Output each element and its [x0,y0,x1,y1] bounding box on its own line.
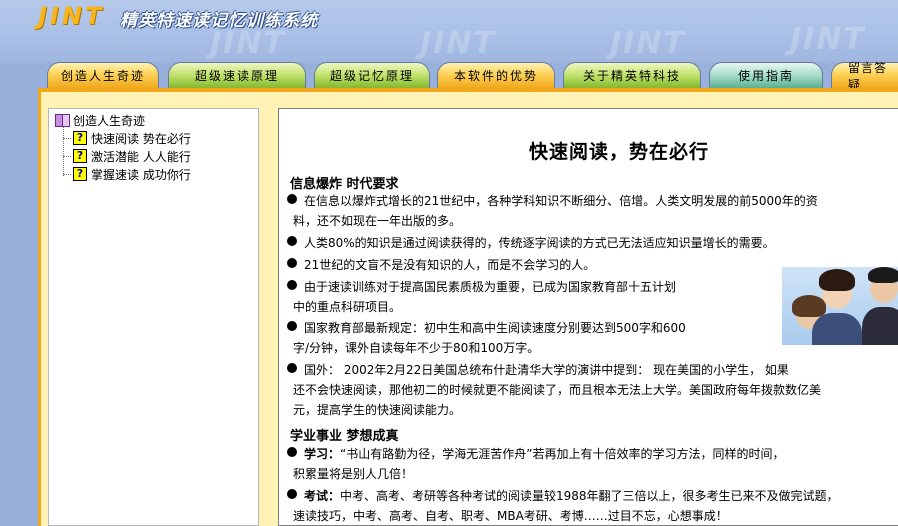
tab-label: 超级速读原理 [194,69,279,83]
paragraph-line: 速读技巧，中考、高考、自考、职考、MBA考研、考博……过目不忘，心想事成！ [293,509,728,523]
watermark: JINT [210,26,286,61]
bullet [287,236,297,246]
paragraph: 考试：中考、高考、考研等各种考试的阅读量较1988年翻了三倍以上，很多考生已来不… [287,486,839,525]
paragraph: 在信息以爆炸式增长的21世纪中，各种学科知识不断细分、倍增。人类文明发展的前50… [287,191,818,231]
bullet [287,280,297,290]
paragraph: 国家教育部最新规定：初中生和高中生阅读速度分别要达到500字和600 字/分钟，… [287,318,686,358]
article-title: 快速阅读，势在必行 [528,141,709,163]
person-hair [868,267,898,283]
tab-create-miracle[interactable]: 创造人生奇迹 [47,62,159,88]
tab-label: 超级记忆原理 [329,69,414,83]
tab-label: 关于精英特科技 [582,69,681,83]
tab-label: 本软件的优势 [453,69,538,83]
paragraph-line: 21世纪的文盲不是没有知识的人，而是不会学习的人。 [304,258,596,272]
bullet [287,258,297,268]
book-icon [55,114,70,127]
tab-label: 使用指南 [737,69,794,83]
paragraph-line: 中考、高考、考研等各种考试的阅读量较1988年翻了三倍以上，很多考生已来不及做完… [340,489,839,503]
tab-message-qa[interactable]: 留言答疑 [831,61,898,92]
paragraph: 国外： 2002年2月22日美国总统布什赴清华大学的演讲中提到： 现在美国的小学… [287,360,821,420]
person-body [812,313,862,345]
tree-item-activate-potential[interactable]: ? 激活潜能 人人能行 [73,148,191,164]
students-photo [782,267,898,345]
watermark: JINT [790,22,866,57]
paragraph-line: 国外： 2002年2月22日美国总统布什赴清华大学的演讲中提到： 现在美国的小学… [304,363,789,377]
help-icon: ? [73,167,87,181]
paragraph-line: 人类80%的知识是通过阅读获得的，传统逐字阅读的方式已无法适应知识量增长的需要。 [304,236,775,250]
paragraph-line: 积累量将是别人几倍！ [293,467,414,481]
paragraph-line: 还不会快速阅读，那他初二的时候就更不能阅读了，而且根本无法上大学。美国政府每年拨… [293,383,822,397]
bullet [287,489,297,499]
tab-speed-reading-principle[interactable]: 超级速读原理 [168,62,306,88]
paragraph: 21世纪的文盲不是没有知识的人，而是不会学习的人。 [287,255,596,275]
paragraph-line: “书山有路勤为径，学海无涯苦作舟”若再加上有十倍效率的学习方法，同样的时间， [340,447,785,461]
tab-user-guide[interactable]: 使用指南 [709,62,823,88]
watermark: JINT [610,26,686,61]
app-title: 精英特速读记忆训练系统 [120,11,318,31]
paragraph-line: 国家教育部最新规定：初中生和高中生阅读速度分别要达到500字和600 [304,321,686,335]
tree-connector [63,174,71,175]
paragraph-line: 元，提高学生的快速阅读能力。 [293,403,462,417]
tree-item-label: 激活潜能 人人能行 [91,149,191,164]
article-panel: 快速阅读，势在必行 信息爆炸 时代要求 在信息以爆炸式增长的21世纪中，各种学科… [278,108,898,526]
person-hair [819,269,855,291]
tab-label: 创造人生奇迹 [60,69,145,83]
paragraph-line: 由于速读训练对于提高国民素质极为重要，已成为国家教育部十五计划 [304,280,677,294]
bullet [287,194,297,204]
app-header: JINT JINT JINT JINT JINT 精英特速读记忆训练系统 [0,0,898,62]
tree-root[interactable]: 创造人生奇迹 [55,112,145,128]
tab-software-advantages[interactable]: 本软件的优势 [437,62,555,88]
bullet [287,321,297,331]
tree-item-master-speed-reading[interactable]: ? 掌握速读 成功你行 [73,166,191,182]
tree-connector [63,138,71,139]
paragraph-label: 学习： [304,447,341,461]
paragraph-line: 料，还不如现在一年出版的多。 [293,214,462,228]
tab-memory-principle[interactable]: 超级记忆原理 [314,62,430,88]
bullet [287,447,297,457]
section-heading: 信息爆炸 时代要求 [290,177,399,192]
tree-item-label: 掌握速读 成功你行 [91,167,191,182]
paragraph-line: 中的重点科研项目。 [293,300,402,314]
section-heading: 学业事业 梦想成真 [290,429,399,444]
tree-item-fast-reading[interactable]: ? 快速阅读 势在必行 [73,130,191,146]
help-icon: ? [73,149,87,163]
tree-connector [63,156,71,157]
tree-root-label: 创造人生奇迹 [73,113,146,128]
watermark: JINT [420,26,496,61]
bullet [287,363,297,373]
tab-about-jint[interactable]: 关于精英特科技 [563,62,701,88]
tree-connector [63,124,64,176]
paragraph-line: 在信息以爆炸式增长的21世纪中，各种学科知识不断细分、倍增。人类文明发展的前50… [304,194,818,208]
paragraph: 由于速读训练对于提高国民素质极为重要，已成为国家教育部十五计划 中的重点科研项目… [287,277,677,317]
app-logo: JINT [38,2,105,30]
person-hair [792,295,826,317]
paragraph: 学习：“书山有路勤为径，学海无涯苦作舟”若再加上有十倍效率的学习方法，同样的时间… [287,444,785,484]
paragraph-line: 字/分钟，课外自读每年不少于80和100万字。 [293,341,540,355]
navigation-tree: 创造人生奇迹 ? 快速阅读 势在必行 ? 激活潜能 人人能行 ? 掌握速读 成功… [48,108,259,526]
help-icon: ? [73,131,87,145]
person-body [862,307,898,345]
tree-item-label: 快速阅读 势在必行 [91,131,191,146]
paragraph-label: 考试： [304,489,341,503]
paragraph: 人类80%的知识是通过阅读获得的，传统逐字阅读的方式已无法适应知识量增长的需要。 [287,233,775,253]
